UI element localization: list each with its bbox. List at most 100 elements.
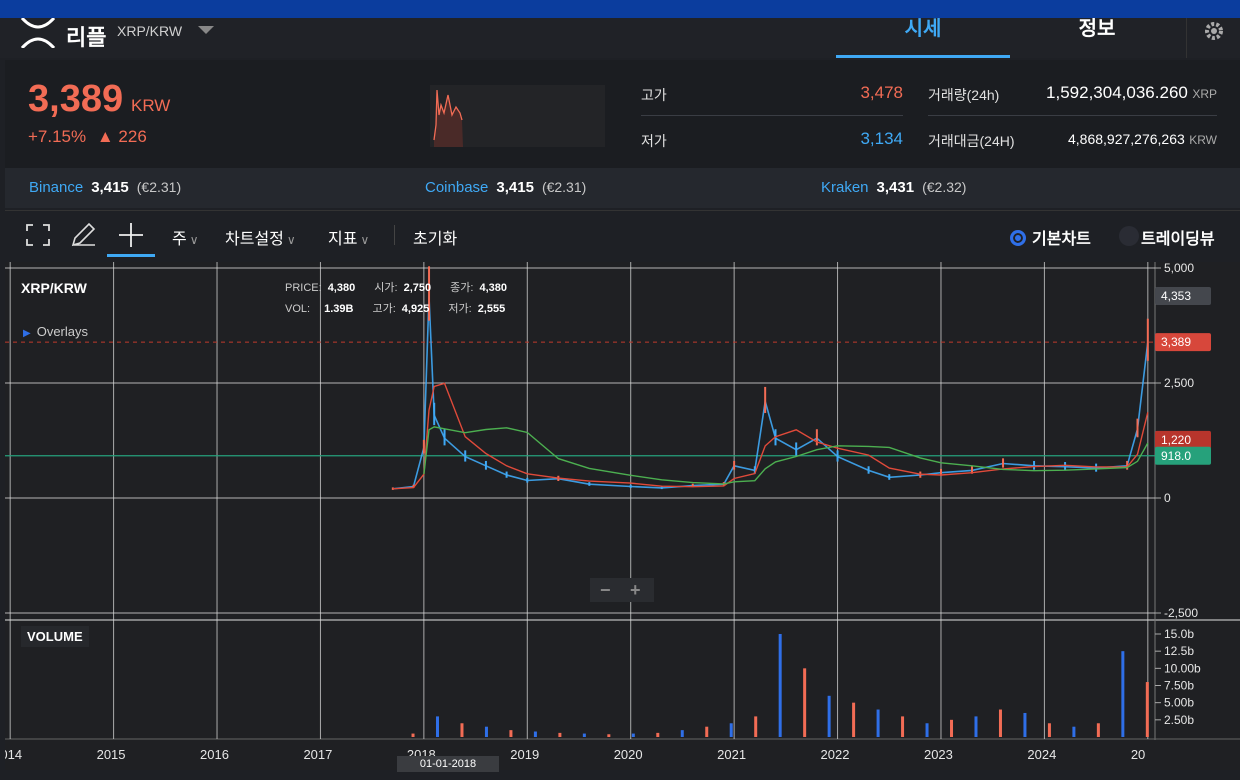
volume-bar — [558, 732, 562, 737]
volume-tick-label: 2.50b — [1164, 713, 1194, 727]
ohlc-close-label: 종가: — [450, 282, 474, 294]
volume-bar — [1121, 651, 1125, 737]
turnover-value-group: 4,868,927,276,263 KRW — [1045, 131, 1217, 149]
volume-bar — [901, 716, 905, 737]
turnover-label: 거래대금(24H) — [928, 133, 1015, 149]
exchange-price: 3,415 — [496, 179, 534, 196]
ohlc-row-1: PRICE: 4,380 시가: 2,750 종가: 4,380 — [285, 279, 507, 295]
tab-price[interactable]: 시세 — [836, 18, 1010, 58]
volume-bar — [1145, 682, 1149, 737]
price-sparkline — [430, 85, 605, 147]
turnover-unit: KRW — [1189, 133, 1217, 147]
crosshair-tool-button[interactable] — [107, 219, 155, 257]
volume-tick-label: 15.0b — [1164, 627, 1194, 641]
indicators-dropdown[interactable]: 지표 ∨ — [328, 225, 369, 249]
exchange-prices-bar: Binance 3,415 (€2.31) Coinbase 3,415 (€2.31)… — [5, 168, 1240, 208]
volume-bar — [680, 730, 684, 737]
x-tick-label: 2019 — [510, 747, 539, 762]
settings-button[interactable] — [1186, 18, 1240, 58]
last-price-tag: 3,389 — [1161, 335, 1191, 349]
fullscreen-icon[interactable] — [23, 221, 53, 249]
volume-bar — [1047, 723, 1051, 737]
ohlc-price-label: PRICE: — [285, 282, 322, 294]
volume-bar — [827, 695, 831, 737]
zoom-out-button[interactable]: − — [600, 580, 611, 601]
gear-icon — [1205, 22, 1223, 40]
reset-button[interactable]: 초기화 — [413, 225, 457, 249]
triangle-right-icon: ▶ — [23, 328, 31, 339]
low-value: 3,134 — [860, 129, 903, 148]
x-tick-label: 2024 — [1027, 747, 1056, 762]
x-tick-label: 2016 — [200, 747, 229, 762]
price-change: +7.15% ▲ 226 — [28, 127, 147, 147]
price-chart[interactable]: 2014201520162017201820192020202120222023… — [5, 262, 1240, 772]
chevron-down-icon[interactable] — [198, 26, 214, 34]
x-tick-label: 2021 — [717, 747, 746, 762]
coin-pair[interactable]: XRP/KRW — [117, 23, 182, 39]
zoom-in-button[interactable]: + — [630, 580, 641, 601]
chevron-down-icon: ∨ — [286, 233, 296, 247]
basic-chart-radio[interactable]: 기본차트 — [1010, 225, 1091, 249]
volume-bar — [631, 733, 635, 737]
period-label: 주 — [172, 231, 187, 248]
radio-selected-icon — [1010, 230, 1026, 246]
current-price: 3,389 — [28, 78, 124, 120]
exchange-kraken[interactable]: Kraken 3,431 (€2.32) — [821, 179, 966, 196]
chevron-down-icon: ∨ — [189, 233, 199, 247]
y-tick-label: 5,000 — [1164, 262, 1194, 275]
ma-green-tag: 918.0 — [1161, 449, 1191, 463]
radio-unselected-icon — [1119, 226, 1139, 246]
overlays-toggle[interactable]: ▶ Overlays — [23, 324, 88, 339]
tradingview-label: 트레이딩뷰 — [1141, 231, 1215, 248]
crosshair-price-tag: 4,353 — [1161, 289, 1191, 303]
xrp-logo-icon — [20, 18, 56, 48]
ohlc-high-label: 고가: — [372, 303, 396, 315]
ohlc-open: 2,750 — [403, 282, 432, 294]
volume-value: 1,592,304,036.260 — [1046, 83, 1188, 102]
chart-settings-dropdown[interactable]: 차트설정 ∨ — [225, 225, 296, 249]
tradingview-radio[interactable]: 트레이딩뷰 — [1119, 225, 1215, 249]
x-tick-label: 2015 — [97, 747, 126, 762]
pencil-icon[interactable] — [69, 221, 99, 249]
high-label: 고가 — [641, 87, 667, 103]
exchange-coinbase[interactable]: Coinbase 3,415 (€2.31) — [425, 179, 586, 196]
chart-pair-label: XRP/KRW — [21, 280, 87, 296]
ohlc-vol-label: VOL: — [285, 303, 311, 315]
volume-bar — [1072, 726, 1076, 737]
chart-canvas[interactable]: 2014201520162017201820192020202120222023… — [5, 262, 1240, 770]
x-tick-label: 2017 — [303, 747, 332, 762]
y-tick-label: -2,500 — [1164, 606, 1198, 620]
volume-bar — [1096, 723, 1100, 737]
volume-bar — [705, 726, 709, 737]
ohlc-row-2: VOL: 1.39B 고가: 4,925 저가: 2,555 — [285, 300, 505, 316]
change-percent: +7.15% — [28, 127, 87, 146]
exchange-name: Coinbase — [425, 179, 489, 196]
browser-top-bar — [0, 0, 1240, 18]
volume-bar — [998, 709, 1002, 737]
price-series-line — [392, 296, 1149, 490]
change-absolute: ▲ 226 — [96, 127, 147, 146]
exchange-binance[interactable]: Binance 3,415 (€2.31) — [29, 179, 181, 196]
volume-bar — [435, 716, 439, 737]
period-dropdown[interactable]: 주 ∨ — [172, 225, 199, 249]
volume-bar — [656, 732, 660, 737]
tab-price-label: 시세 — [904, 18, 942, 40]
volume-label: 거래량(24h) — [928, 87, 1000, 103]
volume-bar — [852, 702, 856, 737]
volume-bar — [950, 719, 954, 737]
volume-bar — [974, 716, 978, 737]
volume-unit: XRP — [1192, 87, 1217, 101]
y-tick-label: 2,500 — [1164, 376, 1194, 390]
exchange-name: Binance — [29, 179, 84, 196]
high-value: 3,478 — [860, 83, 903, 102]
exchange-eur: (€2.31) — [136, 179, 182, 195]
volume-bar — [460, 723, 464, 737]
current-price-unit: KRW — [131, 96, 171, 115]
volume-bar — [509, 730, 513, 737]
y-tick-label: 0 — [1164, 491, 1171, 505]
volume-bar — [778, 634, 782, 737]
tab-info[interactable]: 정보 — [1010, 18, 1184, 58]
x-tick-label: 2020 — [614, 747, 643, 762]
ohlc-low-label: 저가: — [448, 303, 472, 315]
exchange-eur: (€2.31) — [541, 179, 587, 195]
